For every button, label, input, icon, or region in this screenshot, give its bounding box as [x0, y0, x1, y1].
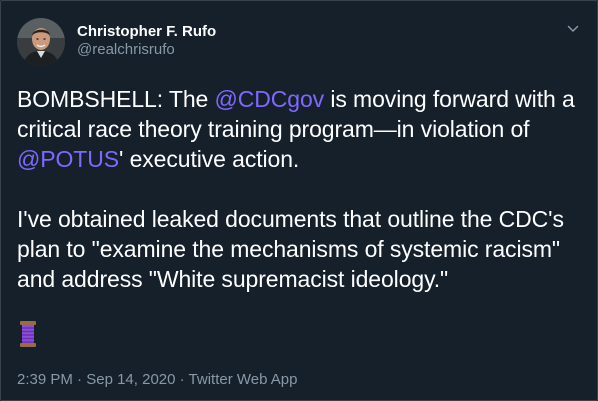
avatar-image	[17, 18, 65, 66]
avatar[interactable]	[17, 18, 65, 66]
tweet-text-segment: ' executive action.	[118, 146, 300, 172]
chevron-down-icon[interactable]	[563, 19, 583, 39]
tweet-card: Christopher F. Rufo @realchrisrufo BOMBS…	[0, 0, 598, 401]
tweet-paragraph-1: BOMBSHELL: The @CDCgov is moving forward…	[17, 84, 583, 174]
author-name[interactable]: Christopher F. Rufo	[77, 23, 216, 41]
meta-separator: ·	[175, 371, 189, 388]
tweet-text: BOMBSHELL: The @CDCgov is moving forward…	[17, 84, 583, 294]
author-handle[interactable]: @realchrisrufo	[77, 41, 175, 59]
meta-separator: ·	[72, 371, 87, 388]
tweet-source[interactable]: Twitter Web App	[189, 371, 298, 388]
tweet-date[interactable]: Sep 14, 2020	[86, 371, 175, 388]
mention-link-potus[interactable]: @POTUS	[17, 146, 119, 172]
tweet-time[interactable]: 2:39 PM	[17, 371, 73, 388]
tweet-text-segment: BOMBSHELL: The	[17, 86, 215, 112]
mention-link-cdcgov[interactable]: @CDCgov	[215, 86, 325, 112]
thread-spool-icon	[17, 319, 39, 349]
tweet-paragraph-2: I've obtained leaked documents that outl…	[17, 206, 564, 292]
tweet-meta: 2:39 PM · Sep 14, 2020 · Twitter Web App	[17, 371, 297, 389]
